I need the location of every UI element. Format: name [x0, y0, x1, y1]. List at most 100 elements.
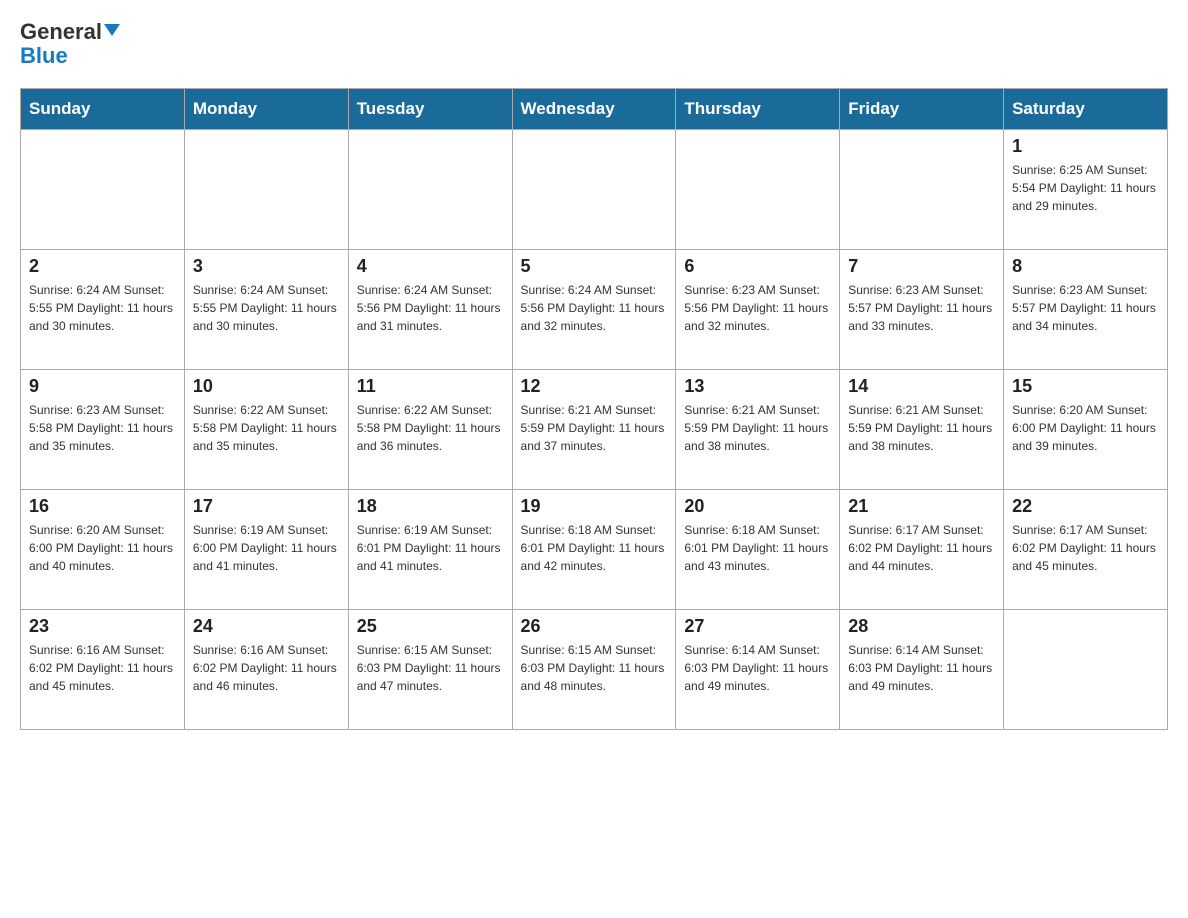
day-info: Sunrise: 6:17 AM Sunset: 6:02 PM Dayligh…: [1012, 521, 1159, 575]
calendar-week-row-2: 2 Sunrise: 6:24 AM Sunset: 5:55 PM Daylig…: [21, 250, 1168, 370]
logo-blue: Blue: [20, 43, 68, 68]
day-info: Sunrise: 6:23 AM Sunset: 5:57 PM Dayligh…: [848, 281, 995, 335]
day-info: Sunrise: 6:24 AM Sunset: 5:55 PM Dayligh…: [29, 281, 176, 335]
calendar-cell: 28 Sunrise: 6:14 AM Sunset: 6:03 PM Dayli…: [840, 610, 1004, 730]
calendar-cell: 11 Sunrise: 6:22 AM Sunset: 5:58 PM Dayli…: [348, 370, 512, 490]
day-number: 7: [848, 256, 995, 277]
calendar-cell: 25 Sunrise: 6:15 AM Sunset: 6:03 PM Dayli…: [348, 610, 512, 730]
calendar-cell: 7 Sunrise: 6:23 AM Sunset: 5:57 PM Daylig…: [840, 250, 1004, 370]
calendar-day-header-saturday: Saturday: [1004, 89, 1168, 130]
calendar-day-header-tuesday: Tuesday: [348, 89, 512, 130]
calendar-cell: 4 Sunrise: 6:24 AM Sunset: 5:56 PM Daylig…: [348, 250, 512, 370]
calendar-cell: 13 Sunrise: 6:21 AM Sunset: 5:59 PM Dayli…: [676, 370, 840, 490]
calendar-week-row-1: 1 Sunrise: 6:25 AM Sunset: 5:54 PM Daylig…: [21, 130, 1168, 250]
logo-triangle-icon: [104, 24, 120, 36]
day-info: Sunrise: 6:23 AM Sunset: 5:57 PM Dayligh…: [1012, 281, 1159, 335]
day-info: Sunrise: 6:20 AM Sunset: 6:00 PM Dayligh…: [1012, 401, 1159, 455]
day-number: 6: [684, 256, 831, 277]
calendar-cell: 16Sunrise: 6:20 AM Sunset: 6:00 PM Dayli…: [21, 490, 185, 610]
day-info: Sunrise: 6:25 AM Sunset: 5:54 PM Dayligh…: [1012, 161, 1159, 215]
day-number: 8: [1012, 256, 1159, 277]
calendar-cell: 24Sunrise: 6:16 AM Sunset: 6:02 PM Dayli…: [184, 610, 348, 730]
page-header: General Blue: [20, 20, 1168, 68]
day-info: Sunrise: 6:14 AM Sunset: 6:03 PM Dayligh…: [848, 641, 995, 695]
day-info: Sunrise: 6:19 AM Sunset: 6:01 PM Dayligh…: [357, 521, 504, 575]
logo: General Blue: [20, 20, 120, 68]
day-info: Sunrise: 6:22 AM Sunset: 5:58 PM Dayligh…: [193, 401, 340, 455]
calendar-cell: 10 Sunrise: 6:22 AM Sunset: 5:58 PM Dayli…: [184, 370, 348, 490]
calendar-day-header-friday: Friday: [840, 89, 1004, 130]
calendar-cell: 1 Sunrise: 6:25 AM Sunset: 5:54 PM Daylig…: [1004, 130, 1168, 250]
calendar-cell: 22 Sunrise: 6:17 AM Sunset: 6:02 PM Dayli…: [1004, 490, 1168, 610]
calendar-cell: 12 Sunrise: 6:21 AM Sunset: 5:59 PM Dayli…: [512, 370, 676, 490]
calendar-cell: 2 Sunrise: 6:24 AM Sunset: 5:55 PM Daylig…: [21, 250, 185, 370]
calendar-cell: 17 Sunrise: 6:19 AM Sunset: 6:00 PM Dayli…: [184, 490, 348, 610]
day-info: Sunrise: 6:18 AM Sunset: 6:01 PM Dayligh…: [521, 521, 668, 575]
day-number: 1: [1012, 136, 1159, 157]
day-number: 5: [521, 256, 668, 277]
day-info: Sunrise: 6:24 AM Sunset: 5:56 PM Dayligh…: [521, 281, 668, 335]
day-number: 13: [684, 376, 831, 397]
day-info: Sunrise: 6:21 AM Sunset: 5:59 PM Dayligh…: [521, 401, 668, 455]
day-number: 19: [521, 496, 668, 517]
calendar-day-header-monday: Monday: [184, 89, 348, 130]
day-info: Sunrise: 6:16 AM Sunset: 6:02 PM Dayligh…: [29, 641, 176, 695]
calendar-cell: 8 Sunrise: 6:23 AM Sunset: 5:57 PM Daylig…: [1004, 250, 1168, 370]
day-info: Sunrise: 6:23 AM Sunset: 5:58 PM Dayligh…: [29, 401, 176, 455]
calendar-week-row-3: 9 Sunrise: 6:23 AM Sunset: 5:58 PM Daylig…: [21, 370, 1168, 490]
day-info: Sunrise: 6:14 AM Sunset: 6:03 PM Dayligh…: [684, 641, 831, 695]
day-info: Sunrise: 6:20 AM Sunset: 6:00 PM Dayligh…: [29, 521, 176, 575]
calendar-cell: [840, 130, 1004, 250]
day-info: Sunrise: 6:21 AM Sunset: 5:59 PM Dayligh…: [848, 401, 995, 455]
calendar-day-header-sunday: Sunday: [21, 89, 185, 130]
day-number: 27: [684, 616, 831, 637]
day-number: 21: [848, 496, 995, 517]
day-info: Sunrise: 6:24 AM Sunset: 5:55 PM Dayligh…: [193, 281, 340, 335]
day-info: Sunrise: 6:18 AM Sunset: 6:01 PM Dayligh…: [684, 521, 831, 575]
day-number: 17: [193, 496, 340, 517]
day-number: 28: [848, 616, 995, 637]
calendar-cell: [348, 130, 512, 250]
calendar-cell: [1004, 610, 1168, 730]
day-number: 26: [521, 616, 668, 637]
day-number: 4: [357, 256, 504, 277]
day-info: Sunrise: 6:19 AM Sunset: 6:00 PM Dayligh…: [193, 521, 340, 575]
day-number: 22: [1012, 496, 1159, 517]
calendar-day-header-wednesday: Wednesday: [512, 89, 676, 130]
calendar-cell: 20Sunrise: 6:18 AM Sunset: 6:01 PM Dayli…: [676, 490, 840, 610]
day-number: 14: [848, 376, 995, 397]
calendar-cell: [676, 130, 840, 250]
calendar-table: SundayMondayTuesdayWednesdayThursdayFrid…: [20, 88, 1168, 730]
calendar-cell: 9 Sunrise: 6:23 AM Sunset: 5:58 PM Daylig…: [21, 370, 185, 490]
calendar-cell: 19 Sunrise: 6:18 AM Sunset: 6:01 PM Dayli…: [512, 490, 676, 610]
day-number: 25: [357, 616, 504, 637]
calendar-cell: 14 Sunrise: 6:21 AM Sunset: 5:59 PM Dayli…: [840, 370, 1004, 490]
calendar-cell: 21 Sunrise: 6:17 AM Sunset: 6:02 PM Dayli…: [840, 490, 1004, 610]
day-info: Sunrise: 6:16 AM Sunset: 6:02 PM Dayligh…: [193, 641, 340, 695]
calendar-cell: 3 Sunrise: 6:24 AM Sunset: 5:55 PM Daylig…: [184, 250, 348, 370]
calendar-header-row: SundayMondayTuesdayWednesdayThursdayFrid…: [21, 89, 1168, 130]
day-number: 3: [193, 256, 340, 277]
day-number: 12: [521, 376, 668, 397]
day-number: 10: [193, 376, 340, 397]
calendar-week-row-4: 16Sunrise: 6:20 AM Sunset: 6:00 PM Dayli…: [21, 490, 1168, 610]
day-info: Sunrise: 6:22 AM Sunset: 5:58 PM Dayligh…: [357, 401, 504, 455]
day-info: Sunrise: 6:17 AM Sunset: 6:02 PM Dayligh…: [848, 521, 995, 575]
day-number: 11: [357, 376, 504, 397]
day-info: Sunrise: 6:23 AM Sunset: 5:56 PM Dayligh…: [684, 281, 831, 335]
day-info: Sunrise: 6:15 AM Sunset: 6:03 PM Dayligh…: [357, 641, 504, 695]
day-number: 2: [29, 256, 176, 277]
logo-general: General: [20, 19, 102, 44]
day-number: 18: [357, 496, 504, 517]
calendar-cell: [21, 130, 185, 250]
day-number: 9: [29, 376, 176, 397]
day-info: Sunrise: 6:21 AM Sunset: 5:59 PM Dayligh…: [684, 401, 831, 455]
calendar-day-header-thursday: Thursday: [676, 89, 840, 130]
calendar-cell: 27 Sunrise: 6:14 AM Sunset: 6:03 PM Dayli…: [676, 610, 840, 730]
day-number: 15: [1012, 376, 1159, 397]
calendar-cell: 23Sunrise: 6:16 AM Sunset: 6:02 PM Dayli…: [21, 610, 185, 730]
calendar-cell: 26Sunrise: 6:15 AM Sunset: 6:03 PM Dayli…: [512, 610, 676, 730]
day-info: Sunrise: 6:24 AM Sunset: 5:56 PM Dayligh…: [357, 281, 504, 335]
calendar-cell: 5 Sunrise: 6:24 AM Sunset: 5:56 PM Daylig…: [512, 250, 676, 370]
calendar-cell: [512, 130, 676, 250]
